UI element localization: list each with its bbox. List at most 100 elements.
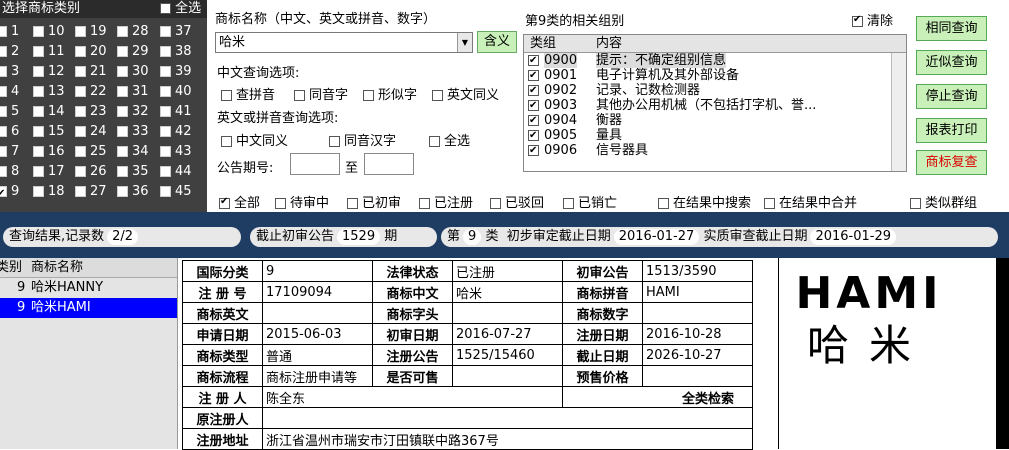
filter-prelim[interactable]: 已初审 bbox=[347, 192, 401, 211]
group-row[interactable]: 0905量具 bbox=[524, 128, 906, 143]
option-select-all[interactable]: 全选 bbox=[429, 130, 470, 149]
class-checkbox[interactable]: 44 bbox=[160, 162, 200, 182]
class-checkbox[interactable]: 31 bbox=[117, 82, 157, 102]
stop-query-button[interactable]: 停止查询 bbox=[916, 84, 987, 109]
group-panel: 第9类的相关组别 清除 类组 内容 0900提示：不确定组别信息 0901电子计… bbox=[517, 0, 909, 188]
class-checkbox[interactable]: 7 bbox=[0, 142, 36, 162]
class-checkbox[interactable]: 17 bbox=[33, 162, 73, 182]
class-checkbox[interactable]: 15 bbox=[33, 122, 73, 142]
class-checkbox[interactable]: 10 bbox=[33, 22, 73, 42]
class-checkbox[interactable]: 26 bbox=[75, 162, 115, 182]
class-checkbox[interactable]: 16 bbox=[33, 142, 73, 162]
class-checkbox[interactable]: 14 bbox=[33, 102, 73, 122]
class-checkbox[interactable]: 13 bbox=[33, 82, 73, 102]
filter-merge-in-results[interactable]: 在结果中合并 bbox=[764, 192, 857, 211]
class-checkbox[interactable]: 33 bbox=[117, 122, 157, 142]
filter-registered[interactable]: 已注册 bbox=[419, 192, 473, 211]
filter-pending[interactable]: 待审中 bbox=[275, 192, 329, 211]
similar-query-button[interactable]: 近似查询 bbox=[916, 50, 987, 75]
class-checkbox[interactable]: 19 bbox=[75, 22, 115, 42]
class-checkbox[interactable]: 32 bbox=[117, 102, 157, 122]
option-similar-shape[interactable]: 形似字 bbox=[363, 84, 417, 103]
filter-cancelled[interactable]: 已销亡 bbox=[563, 192, 617, 211]
group-title: 第9类的相关组别 bbox=[525, 14, 625, 29]
class-checkbox[interactable]: 21 bbox=[75, 62, 115, 82]
class-checkbox[interactable]: 40 bbox=[160, 82, 200, 102]
group-row[interactable]: 0902记录、记数检测器 bbox=[524, 83, 906, 98]
group-row[interactable]: 0901电子计算机及其外部设备 bbox=[524, 68, 906, 83]
option-english-synonym[interactable]: 英文同义 bbox=[432, 84, 499, 103]
name-label: 商标名称（中文、英文或拼音、数字） bbox=[215, 12, 437, 27]
class-checkbox[interactable]: 25 bbox=[75, 142, 115, 162]
class-checkbox-checked[interactable]: 9 bbox=[0, 182, 36, 204]
class-column: 10 11 12 13 14 15 16 17 18 bbox=[33, 22, 73, 202]
class-checkbox[interactable]: 27 bbox=[75, 182, 115, 202]
group-row[interactable]: 0904衡器 bbox=[524, 113, 906, 128]
class-checkbox[interactable]: 5 bbox=[0, 102, 36, 122]
class-checkbox[interactable]: 30 bbox=[117, 62, 157, 82]
group-scrollbar[interactable] bbox=[891, 53, 906, 171]
class-checkbox[interactable]: 12 bbox=[33, 62, 73, 82]
option-cn-synonym[interactable]: 中文同义 bbox=[221, 130, 288, 149]
class-checkbox[interactable]: 39 bbox=[160, 62, 200, 82]
issue-from-input[interactable] bbox=[290, 153, 340, 175]
all-class-search-link[interactable]: 全类检索 bbox=[562, 386, 753, 408]
class-checkbox[interactable]: 1 bbox=[0, 22, 36, 42]
class-checkbox[interactable]: 18 bbox=[33, 182, 73, 202]
logo-chinese: 哈米 bbox=[806, 321, 931, 370]
filter-all[interactable]: 全部 bbox=[219, 192, 260, 211]
class-checkbox[interactable]: 2 bbox=[0, 42, 36, 62]
result-row-selected[interactable]: 9 哈米HAMI bbox=[0, 298, 177, 318]
checkbox-icon[interactable] bbox=[160, 3, 171, 14]
meaning-button[interactable]: 含义 bbox=[477, 31, 517, 53]
class-checkbox[interactable]: 23 bbox=[75, 102, 115, 122]
chevron-down-icon[interactable]: ▼ bbox=[457, 33, 472, 52]
class-column: 37 38 39 40 41 42 43 44 45 bbox=[160, 22, 200, 202]
class-checkbox[interactable]: 3 bbox=[0, 62, 36, 82]
result-list: 类别 商标名称 9 哈米HANNY 9 哈米HAMI bbox=[0, 258, 178, 449]
class-checkbox[interactable]: 43 bbox=[160, 142, 200, 162]
class-checkbox[interactable]: 37 bbox=[160, 22, 200, 42]
class-checkbox[interactable]: 8 bbox=[0, 162, 36, 182]
group-table: 类组 内容 0900提示：不确定组别信息 0901电子计算机及其外部设备 090… bbox=[523, 34, 907, 172]
class-column: 19 20 21 22 23 24 25 26 27 bbox=[75, 22, 115, 202]
class-checkbox[interactable]: 28 bbox=[117, 22, 157, 42]
filter-rejected[interactable]: 已驳回 bbox=[490, 192, 544, 211]
group-row[interactable]: 0906信号器具 bbox=[524, 143, 906, 158]
clear-checkbox[interactable]: 清除 bbox=[852, 10, 893, 29]
class-checkbox[interactable]: 24 bbox=[75, 122, 115, 142]
filter-search-in-results[interactable]: 在结果中搜索 bbox=[658, 192, 751, 211]
class-checkbox[interactable]: 42 bbox=[160, 122, 200, 142]
class-checkbox[interactable]: 45 bbox=[160, 182, 200, 202]
result-row[interactable]: 9 哈米HANNY bbox=[0, 278, 177, 298]
issue-label: 公告期号: bbox=[217, 161, 274, 176]
class-checkbox[interactable]: 20 bbox=[75, 42, 115, 62]
class-checkbox[interactable]: 29 bbox=[117, 42, 157, 62]
group-row[interactable]: 0900提示：不确定组别信息 bbox=[524, 53, 906, 68]
class-checkbox[interactable]: 38 bbox=[160, 42, 200, 62]
group-row[interactable]: 0903其他办公用机械（不包括打字机、誉... bbox=[524, 98, 906, 113]
issue-to-input[interactable] bbox=[364, 153, 414, 175]
same-query-button[interactable]: 相同查询 bbox=[916, 16, 987, 41]
option-homophone[interactable]: 同音字 bbox=[294, 84, 348, 103]
trademark-name-input[interactable]: 哈米 ▼ bbox=[215, 32, 473, 53]
filter-similar-groups[interactable]: 类似群组 bbox=[910, 192, 977, 211]
group-table-header: 类组 内容 bbox=[524, 35, 906, 53]
class-checkbox[interactable]: 41 bbox=[160, 102, 200, 122]
class-checkbox[interactable]: 4 bbox=[0, 82, 36, 102]
date-pill: 第9 类 初步审定截止日期 2016-01-27 实质审查截止日期 2016-01-… bbox=[441, 227, 998, 247]
class-checkbox[interactable]: 35 bbox=[117, 162, 157, 182]
class-checkbox[interactable]: 34 bbox=[117, 142, 157, 162]
option-homophone-chars[interactable]: 同音汉字 bbox=[329, 130, 396, 149]
print-report-button[interactable]: 报表打印 bbox=[916, 118, 987, 143]
class-checkbox[interactable]: 36 bbox=[117, 182, 157, 202]
class-checkbox[interactable]: 6 bbox=[0, 122, 36, 142]
trademark-review-button[interactable]: 商标复查 bbox=[916, 150, 987, 175]
search-panel: 商标名称（中文、英文或拼音、数字） 哈米 ▼ 含义 中文查询选项: 查拼音 同音… bbox=[207, 0, 517, 188]
class-checkbox[interactable]: 11 bbox=[33, 42, 73, 62]
class-checkbox[interactable]: 22 bbox=[75, 82, 115, 102]
right-scrollbar[interactable] bbox=[996, 258, 1009, 449]
option-pinyin[interactable]: 查拼音 bbox=[221, 84, 275, 103]
class-select-all[interactable]: 全选 bbox=[160, 0, 201, 17]
flow-value[interactable]: 商标注册申请等 bbox=[262, 365, 373, 387]
